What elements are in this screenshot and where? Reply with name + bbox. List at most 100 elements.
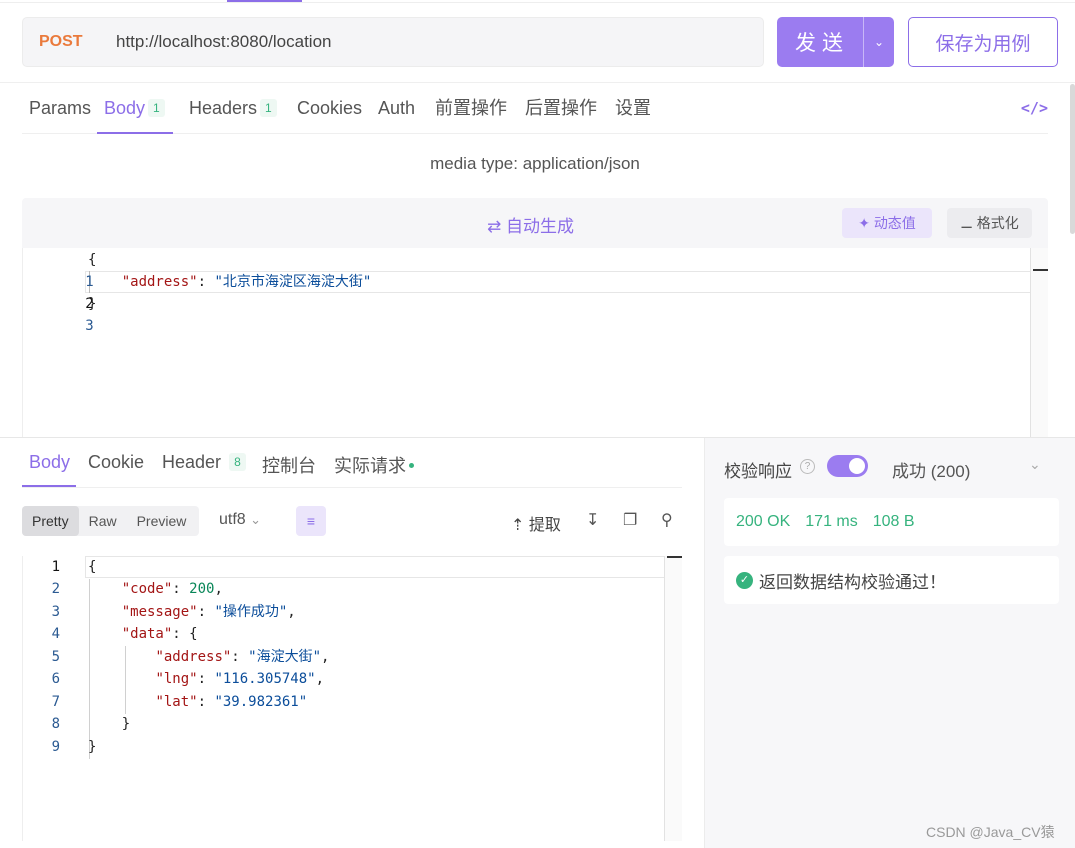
json-key: "data"	[121, 626, 173, 642]
word-wrap-icon[interactable]: ≡	[296, 506, 326, 536]
tab-auth[interactable]: Auth	[378, 84, 415, 133]
view-preview[interactable]: Preview	[127, 506, 197, 536]
watermark: CSDN @Java_CV猿	[926, 824, 1055, 840]
download-icon[interactable]: ↧	[586, 510, 599, 530]
dynamic-value-label: 动态值	[873, 215, 916, 231]
scrollbar-thumb[interactable]	[667, 556, 682, 558]
http-status: 200 OK	[736, 513, 791, 530]
scrollbar-thumb[interactable]	[1033, 269, 1048, 271]
code-view-icon[interactable]: </>	[1021, 99, 1048, 117]
tab-badge: 1	[260, 99, 277, 117]
code-line: 2 "address": "北京市海淀区海淀大街"	[23, 271, 371, 312]
tab-post-operations[interactable]: 后置操作	[525, 84, 597, 133]
auto-generate-button[interactable]: ⇄ 自动生成	[487, 212, 574, 237]
code-line: 3}	[23, 293, 96, 334]
json-key: "address"	[121, 274, 198, 290]
code-line: 3 "message": "操作成功",	[23, 601, 296, 623]
json-key: "code"	[121, 581, 173, 597]
url-input[interactable]: http://localhost:8080/location	[116, 32, 331, 52]
response-stats: 200 OK 171 ms 108 B	[724, 498, 1059, 546]
line-number: 7	[51, 694, 60, 710]
code-line: 8 }	[23, 713, 131, 735]
tab-headers[interactable]: Headers 1	[189, 84, 277, 133]
json-value: "操作成功"	[214, 604, 288, 620]
help-icon[interactable]: ?	[800, 459, 815, 474]
line-number: 8	[51, 716, 60, 732]
json-key: "address"	[155, 649, 232, 665]
response-size: 108 B	[872, 513, 915, 530]
chevron-down-icon: ⌄	[250, 512, 262, 527]
validation-result-text: 返回数据结构校验通过！	[759, 572, 946, 592]
url-bar[interactable]: POST http://localhost:8080/location	[22, 17, 764, 67]
view-mode-segment: Pretty Raw Preview	[22, 506, 199, 536]
extract-button[interactable]: ⇡ 提取	[511, 511, 561, 535]
status-dot	[409, 463, 414, 468]
tab-label: Header	[162, 452, 222, 472]
line-number: 4	[51, 626, 60, 642]
code-line: 7 "lat": "39.982361"	[23, 691, 308, 713]
toggle-knob	[849, 458, 865, 474]
response-tab-actual-request[interactable]: 实际请求	[334, 452, 414, 478]
request-tabs: Params Body 1 Headers 1 Cookies Auth 前置操作 …	[22, 84, 1048, 134]
encoding-select[interactable]: utf8 ⌄	[219, 511, 261, 529]
code-line: 4 "data": {	[23, 623, 198, 645]
response-tab-body[interactable]: Body	[29, 452, 70, 473]
request-body-editor[interactable]: 1{ 2 "address": "北京市海淀区海淀大街" 3}	[22, 248, 1048, 438]
encoding-value: utf8	[219, 511, 246, 528]
json-value: "39.982361"	[214, 694, 308, 710]
validation-status: 成功 (200)	[892, 462, 971, 481]
code-line: 9}	[23, 736, 97, 758]
tab-body[interactable]: Body 1	[97, 84, 173, 134]
line-number: 9	[51, 739, 60, 755]
json-value: "海淀大街"	[248, 649, 322, 665]
line-number: 5	[51, 649, 60, 665]
editor-scrollbar[interactable]	[1030, 248, 1048, 438]
line-number: 2	[51, 581, 60, 597]
response-body-viewer[interactable]: 1{ 2 "code": 200, 3 "message": "操作成功", 4…	[22, 556, 682, 841]
top-divider	[0, 2, 1075, 3]
validation-panel: 校验响应 ? 成功 (200) ⌄ 200 OK 171 ms 108 B ✓ …	[704, 438, 1075, 848]
tab-label: 实际请求	[334, 456, 406, 476]
code-line: 1{	[23, 249, 96, 290]
tab-settings[interactable]: 设置	[615, 84, 651, 133]
tab-label: Params	[29, 98, 92, 118]
chevron-down-icon[interactable]: ⌄	[1029, 456, 1041, 473]
json-key: "lat"	[155, 694, 198, 710]
response-tab-cookie[interactable]: Cookie	[88, 452, 144, 473]
search-icon[interactable]: ⚲	[661, 510, 673, 530]
tab-pre-operations[interactable]: 前置操作	[435, 84, 507, 133]
response-tab-console[interactable]: 控制台	[262, 452, 316, 478]
broom-icon: ⚊	[960, 214, 977, 231]
json-value: "116.305748"	[214, 671, 316, 687]
line-number: 3	[85, 318, 94, 334]
line-number: 3	[51, 604, 60, 620]
media-type-label: media type: application/json	[430, 154, 640, 173]
method-select[interactable]: POST	[39, 33, 116, 51]
copy-icon[interactable]: ❐	[623, 510, 637, 530]
validation-title: 校验响应	[724, 462, 792, 481]
chevron-down-icon[interactable]: ⌄	[864, 35, 894, 49]
tab-params[interactable]: Params	[29, 84, 91, 133]
page-scrollbar[interactable]	[1070, 84, 1075, 234]
view-pretty[interactable]: Pretty	[22, 506, 79, 536]
current-line-highlight	[85, 556, 681, 578]
response-tab-header[interactable]: Header 8	[162, 452, 246, 473]
json-value: "北京市海淀区海淀大街"	[214, 274, 372, 290]
code-line: 1{	[23, 556, 97, 578]
dynamic-value-button[interactable]: ✦ 动态值	[842, 208, 932, 238]
code-line: 6 "lng": "116.305748",	[23, 668, 324, 690]
view-raw[interactable]: Raw	[79, 506, 127, 536]
swap-icon: ⇄	[487, 217, 502, 236]
save-as-case-button[interactable]: 保存为用例	[908, 17, 1058, 67]
viewer-scrollbar[interactable]	[664, 556, 682, 841]
validation-result: ✓ 返回数据结构校验通过！	[724, 556, 1059, 604]
format-label: 格式化	[976, 215, 1019, 231]
send-button[interactable]: 发送 ⌄	[777, 17, 894, 67]
tab-cookies[interactable]: Cookies	[297, 84, 362, 133]
body-toolbar: ⇄ 自动生成 ✦ 动态值 ⚊ 格式化	[22, 198, 1048, 248]
validation-toggle[interactable]	[827, 455, 868, 477]
format-button[interactable]: ⚊ 格式化	[947, 208, 1032, 238]
divider	[0, 82, 1075, 83]
json-key: "lng"	[155, 671, 198, 687]
extract-label: 提取	[528, 517, 561, 534]
